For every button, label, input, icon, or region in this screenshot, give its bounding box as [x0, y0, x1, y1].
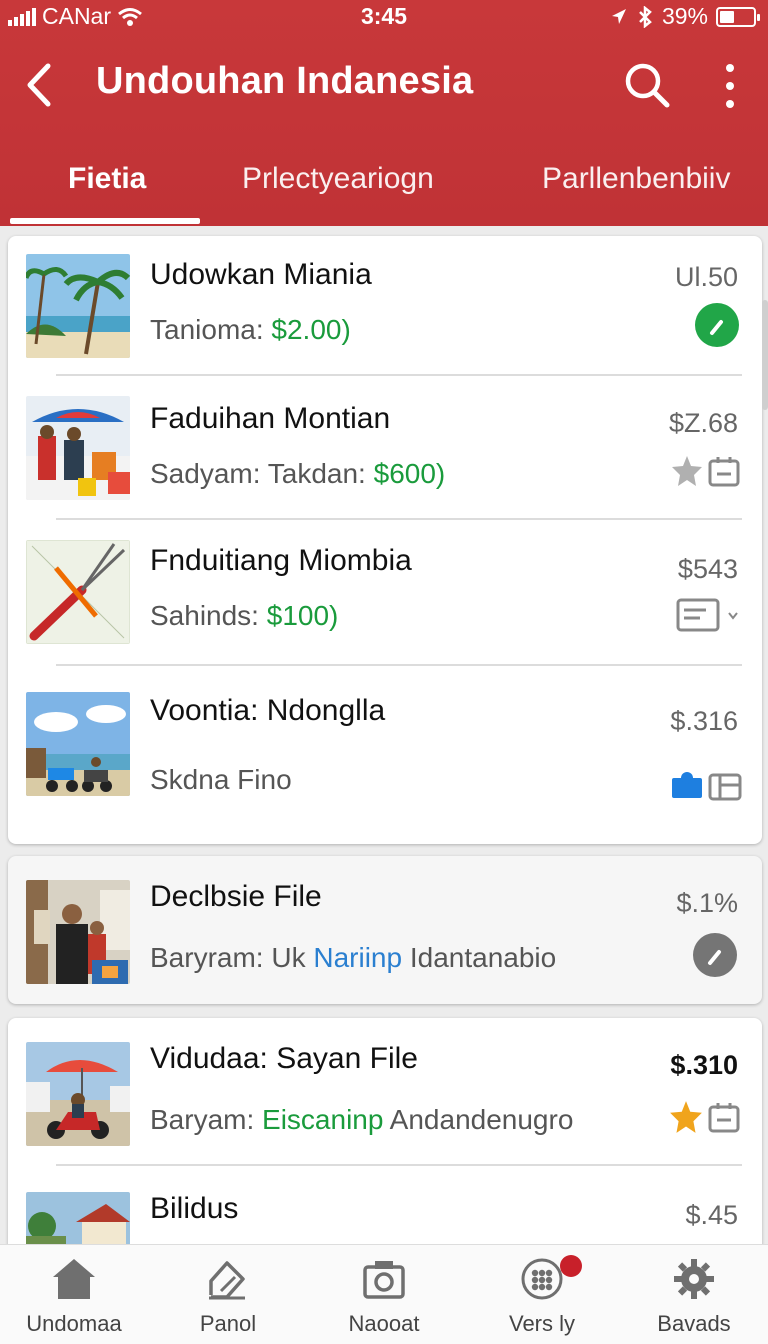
item-price: $543 — [677, 554, 738, 584]
item-price: $Z.68 — [668, 408, 738, 438]
gold-star-and-calendar-icon[interactable] — [668, 1094, 740, 1140]
scrollbar[interactable] — [762, 300, 768, 410]
nav-item-settings[interactable]: Bavads — [624, 1257, 764, 1337]
card-icon[interactable] — [676, 592, 740, 638]
apps-icon — [521, 1258, 563, 1300]
item-price: Ul.50 — [674, 262, 738, 292]
green-arrow-circle-icon[interactable] — [694, 302, 740, 348]
status-bar: CANar 3:45 39% — [0, 0, 768, 34]
home-icon — [53, 1259, 95, 1299]
list-item[interactable]: Vidudaa: Sayan File Baryam: Eiscaninp An… — [8, 1018, 762, 1166]
tab-bar: Fietia Prlectyeariogn Parllenbenbiiv — [0, 140, 768, 226]
camera-icon — [363, 1261, 405, 1299]
row-divider — [56, 518, 742, 520]
more-vertical-icon[interactable] — [712, 64, 748, 108]
edit-icon — [209, 1261, 245, 1300]
nav-item-home[interactable]: Undomaa — [4, 1257, 144, 1337]
item-price: $.45 — [685, 1200, 738, 1230]
beach-scooter-thumbnail — [26, 692, 130, 796]
man-in-suit-thumbnail — [26, 880, 130, 984]
item-title: Voontia: Ndonglla — [150, 694, 386, 727]
item-title: Bilidus — [150, 1192, 239, 1225]
market-stall-thumbnail — [26, 396, 130, 500]
list-item[interactable]: Fnduitiang Miombia Sahinds: $100) $543 — [8, 522, 762, 666]
notification-badge — [560, 1255, 582, 1277]
tool-illustration-thumbnail — [26, 540, 130, 644]
settings-icon — [674, 1259, 714, 1299]
bluetooth-icon — [639, 5, 652, 28]
row-divider — [56, 374, 742, 376]
file-list-card: Udowkan Miania Tanioma: $2.00) Ul.50 Fad… — [8, 236, 762, 844]
location-arrow-icon — [611, 8, 626, 24]
tab-parllenbenbiiv[interactable]: Parllenbenbiiv — [542, 162, 730, 196]
item-price: $.316 — [670, 706, 738, 736]
page-title: Undouhan Indanesia — [96, 60, 474, 102]
search-icon[interactable] — [622, 60, 672, 110]
nav-label: Naooat — [348, 1311, 420, 1336]
nav-label: Panol — [199, 1311, 257, 1336]
row-divider — [56, 1164, 742, 1166]
active-tab-indicator — [10, 218, 200, 224]
battery-icon — [716, 6, 760, 27]
scooter-umbrella-thumbnail — [26, 1042, 130, 1146]
file-list-card: Declbsie File Baryram: Uk Nariinp Idanta… — [8, 856, 762, 1004]
item-title: Udowkan Miania — [150, 258, 372, 291]
list-item[interactable]: Declbsie File Baryram: Uk Nariinp Idanta… — [8, 856, 762, 1004]
nav-item-panel[interactable]: Panol — [158, 1257, 298, 1337]
chevron-left-icon[interactable] — [20, 62, 60, 108]
app-bar: Undouhan Indanesia — [0, 40, 768, 130]
item-title: Faduihan Montian — [150, 402, 391, 435]
app-header: CANar 3:45 39% Undouhan Indanesia Fietia… — [0, 0, 768, 226]
item-price: $.310 — [670, 1050, 738, 1080]
file-list-card: Vidudaa: Sayan File Baryam: Eiscaninp An… — [8, 1018, 762, 1258]
tab-fietia[interactable]: Fietia — [68, 162, 146, 196]
nav-label: Bavads — [657, 1311, 731, 1336]
item-subtitle: Baryram: Uk Nariinp Idantanabio — [150, 942, 557, 973]
star-and-calendar-icon[interactable] — [670, 448, 740, 494]
item-title: Vidudaa: Sayan File — [150, 1042, 418, 1075]
bottom-navigation: Undomaa Panol Naooat Vers ly Bavads — [0, 1244, 768, 1344]
beach-palm-thumbnail — [26, 254, 130, 358]
item-subtitle: Skdna Fino — [150, 764, 292, 795]
list-item[interactable]: Voontia: Ndonglla Skdna Fino $.316 — [8, 668, 762, 844]
tab-prlectyeariogn[interactable]: Prlectyeariogn — [242, 162, 434, 196]
blue-tag-and-card-icon[interactable] — [670, 762, 742, 808]
nav-item-apps[interactable]: Vers ly — [472, 1255, 612, 1337]
gray-arrow-circle-icon[interactable] — [692, 932, 738, 978]
item-subtitle: Tanioma: $2.00) — [150, 314, 351, 345]
item-title: Declbsie File — [150, 880, 322, 913]
item-price: $.1% — [676, 888, 738, 918]
item-title: Fnduitiang Miombia — [150, 544, 412, 577]
row-divider — [56, 664, 742, 666]
item-subtitle: Baryam: Eiscaninp Andandenugro — [150, 1104, 574, 1135]
nav-label: Undomaa — [26, 1311, 122, 1336]
nav-label: Vers ly — [508, 1311, 576, 1336]
item-subtitle: Sahinds: $100) — [150, 600, 339, 631]
item-subtitle: Sadyam: Takdan: $600) — [150, 458, 446, 489]
list-item[interactable]: Udowkan Miania Tanioma: $2.00) Ul.50 — [8, 236, 762, 376]
list-item[interactable]: Faduihan Montian Sadyam: Takdan: $600) $… — [8, 378, 762, 520]
battery-percent: 39% — [661, 3, 708, 29]
nav-item-camera[interactable]: Naooat — [314, 1257, 454, 1337]
